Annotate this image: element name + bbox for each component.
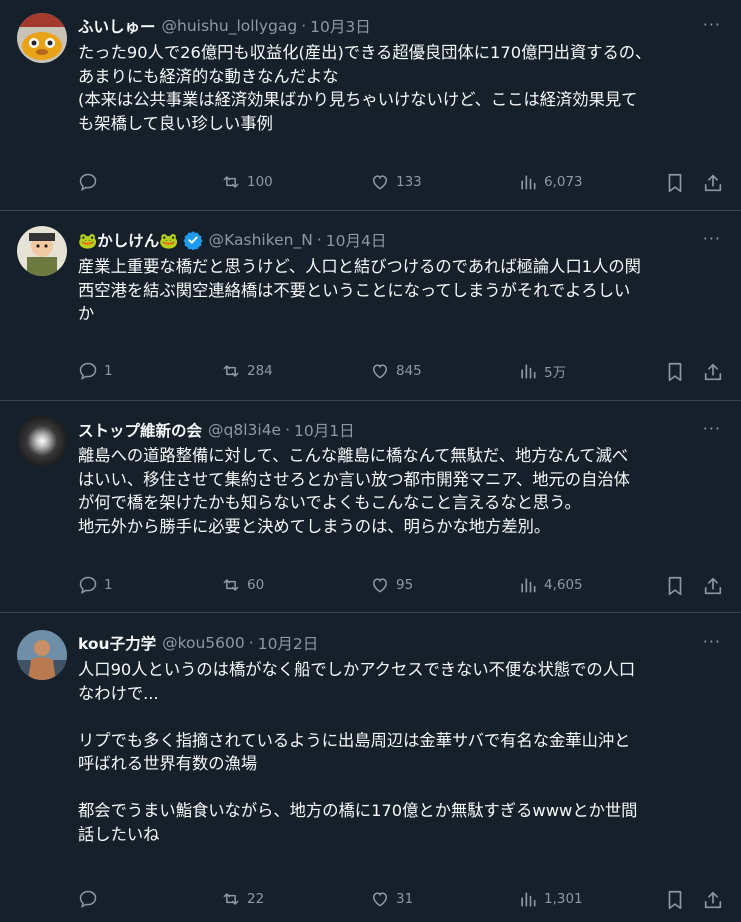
views-button[interactable]: 1,301: [518, 889, 583, 909]
share-icon: [704, 577, 722, 595]
reply-button[interactable]: 1: [78, 575, 113, 595]
tweet-date[interactable]: 10月4日: [326, 229, 387, 251]
more-options-icon[interactable]: ···: [703, 419, 721, 439]
more-options-icon[interactable]: ···: [703, 632, 721, 652]
tweet[interactable]: 🐸かしけん🐸 @Kashiken_N · 10月4日 ··· 産業上重要な橋だと…: [0, 211, 741, 401]
share-icon: [704, 363, 722, 381]
view-count: 4,605: [544, 577, 583, 593]
share-button[interactable]: [702, 172, 724, 194]
bookmark-icon: [668, 173, 682, 193]
user-handle[interactable]: @q8l3i4e: [208, 421, 281, 439]
share-button[interactable]: [702, 361, 724, 383]
retweet-count: 100: [247, 174, 273, 190]
reply-count: 1: [104, 577, 113, 593]
display-name[interactable]: ふいしゅー: [78, 15, 156, 37]
bookmark-button[interactable]: [664, 889, 686, 911]
retweet-count: 60: [247, 577, 265, 593]
heart-icon: [372, 175, 388, 190]
verified-badge-icon: [182, 230, 203, 251]
display-name[interactable]: kou子力学: [78, 632, 156, 654]
tweet[interactable]: ふいしゅー @huishu_lollygag · 10月3日 ··· たった90…: [0, 0, 741, 211]
tweet-actions: 1 60 95 4,605: [78, 575, 723, 599]
view-count: 5万: [544, 365, 567, 381]
views-button[interactable]: 4,605: [518, 575, 583, 595]
like-button[interactable]: 133: [370, 172, 422, 192]
heart-icon: [372, 892, 388, 907]
tweet-date[interactable]: 10月1日: [294, 419, 355, 441]
retweet-button[interactable]: 22: [221, 889, 264, 909]
like-count: 95: [396, 577, 414, 593]
avatar[interactable]: [17, 416, 67, 466]
like-button[interactable]: 845: [370, 361, 422, 381]
separator-dot: ·: [248, 634, 254, 652]
like-count: 31: [396, 891, 414, 907]
tweet-actions: 1 284 845 5万: [78, 361, 723, 385]
separator-dot: ·: [316, 231, 322, 249]
retweet-icon: [223, 579, 239, 591]
tweet-date[interactable]: 10月3日: [310, 15, 371, 37]
more-options-icon[interactable]: ···: [703, 229, 721, 249]
reply-icon: [79, 576, 97, 594]
retweet-icon: [223, 893, 239, 905]
display-name[interactable]: ストップ維新の会: [78, 419, 202, 441]
views-button[interactable]: 6,073: [518, 172, 583, 192]
like-count: 845: [396, 363, 422, 379]
user-handle[interactable]: @huishu_lollygag: [162, 17, 298, 35]
user-handle[interactable]: @kou5600: [162, 634, 245, 652]
like-button[interactable]: 95: [370, 575, 413, 595]
view-count: 6,073: [544, 174, 583, 190]
views-chart-icon: [521, 364, 536, 379]
bookmark-icon: [668, 362, 682, 382]
separator-dot: ·: [301, 17, 307, 35]
share-button[interactable]: [702, 575, 724, 597]
avatar[interactable]: [17, 226, 67, 276]
share-icon: [704, 174, 722, 192]
like-count: 133: [396, 174, 422, 190]
heart-icon: [372, 578, 388, 593]
reply-icon: [79, 173, 97, 191]
user-handle[interactable]: @Kashiken_N: [209, 231, 313, 249]
retweet-count: 284: [247, 363, 273, 379]
display-name[interactable]: 🐸かしけん🐸: [78, 229, 179, 251]
views-button[interactable]: 5万: [518, 361, 566, 381]
views-chart-icon: [521, 175, 536, 190]
view-count: 1,301: [544, 891, 583, 907]
tweet-date[interactable]: 10月2日: [258, 632, 319, 654]
tweet-text: 離島への道路整備に対して、こんな離島に橋なんて無駄だ、地方なんて滅べ はいい、移…: [78, 446, 630, 536]
bookmark-icon: [668, 890, 682, 910]
avatar[interactable]: [17, 13, 67, 63]
bookmark-button[interactable]: [664, 361, 686, 383]
retweet-icon: [223, 365, 239, 377]
tweet-actions: 100 133 6,073: [78, 172, 723, 196]
bookmark-button[interactable]: [664, 575, 686, 597]
more-options-icon[interactable]: ···: [703, 15, 721, 35]
views-chart-icon: [521, 892, 536, 907]
bookmark-button[interactable]: [664, 172, 686, 194]
tweet-actions: 22 31 1,301: [78, 889, 723, 913]
reply-button[interactable]: [78, 172, 104, 192]
views-chart-icon: [521, 578, 536, 593]
reply-count: 1: [104, 363, 113, 379]
retweet-button[interactable]: 60: [221, 575, 264, 595]
tweet-text: たった90人で26億円も収益化(産出)できる超優良団体に170億円出資するの、 …: [78, 43, 652, 133]
reply-icon: [79, 890, 97, 908]
reply-button[interactable]: 1: [78, 361, 113, 381]
like-button[interactable]: 31: [370, 889, 413, 909]
retweet-count: 22: [247, 891, 265, 907]
retweet-icon: [223, 176, 239, 188]
reply-button[interactable]: [78, 889, 104, 909]
separator-dot: ·: [285, 421, 291, 439]
tweet-text: 人口90人というのは橋がなく船でしかアクセスできない不便な状態での人口 なわけで…: [78, 660, 638, 844]
tweet[interactable]: ストップ維新の会 @q8l3i4e · 10月1日 ··· 離島への道路整備に対…: [0, 401, 741, 613]
tweet[interactable]: kou子力学 @kou5600 · 10月2日 ··· 人口90人というのは橋が…: [0, 613, 741, 922]
retweet-button[interactable]: 100: [221, 172, 273, 192]
avatar[interactable]: [17, 630, 67, 680]
share-icon: [704, 891, 722, 909]
share-button[interactable]: [702, 889, 724, 911]
bookmark-icon: [668, 576, 682, 596]
tweet-text: 産業上重要な橋だと思うけど、人口と結びつけるのであれば極論人口1人の関 西空港を…: [78, 257, 641, 323]
reply-icon: [79, 362, 97, 380]
heart-icon: [372, 364, 388, 379]
retweet-button[interactable]: 284: [221, 361, 273, 381]
